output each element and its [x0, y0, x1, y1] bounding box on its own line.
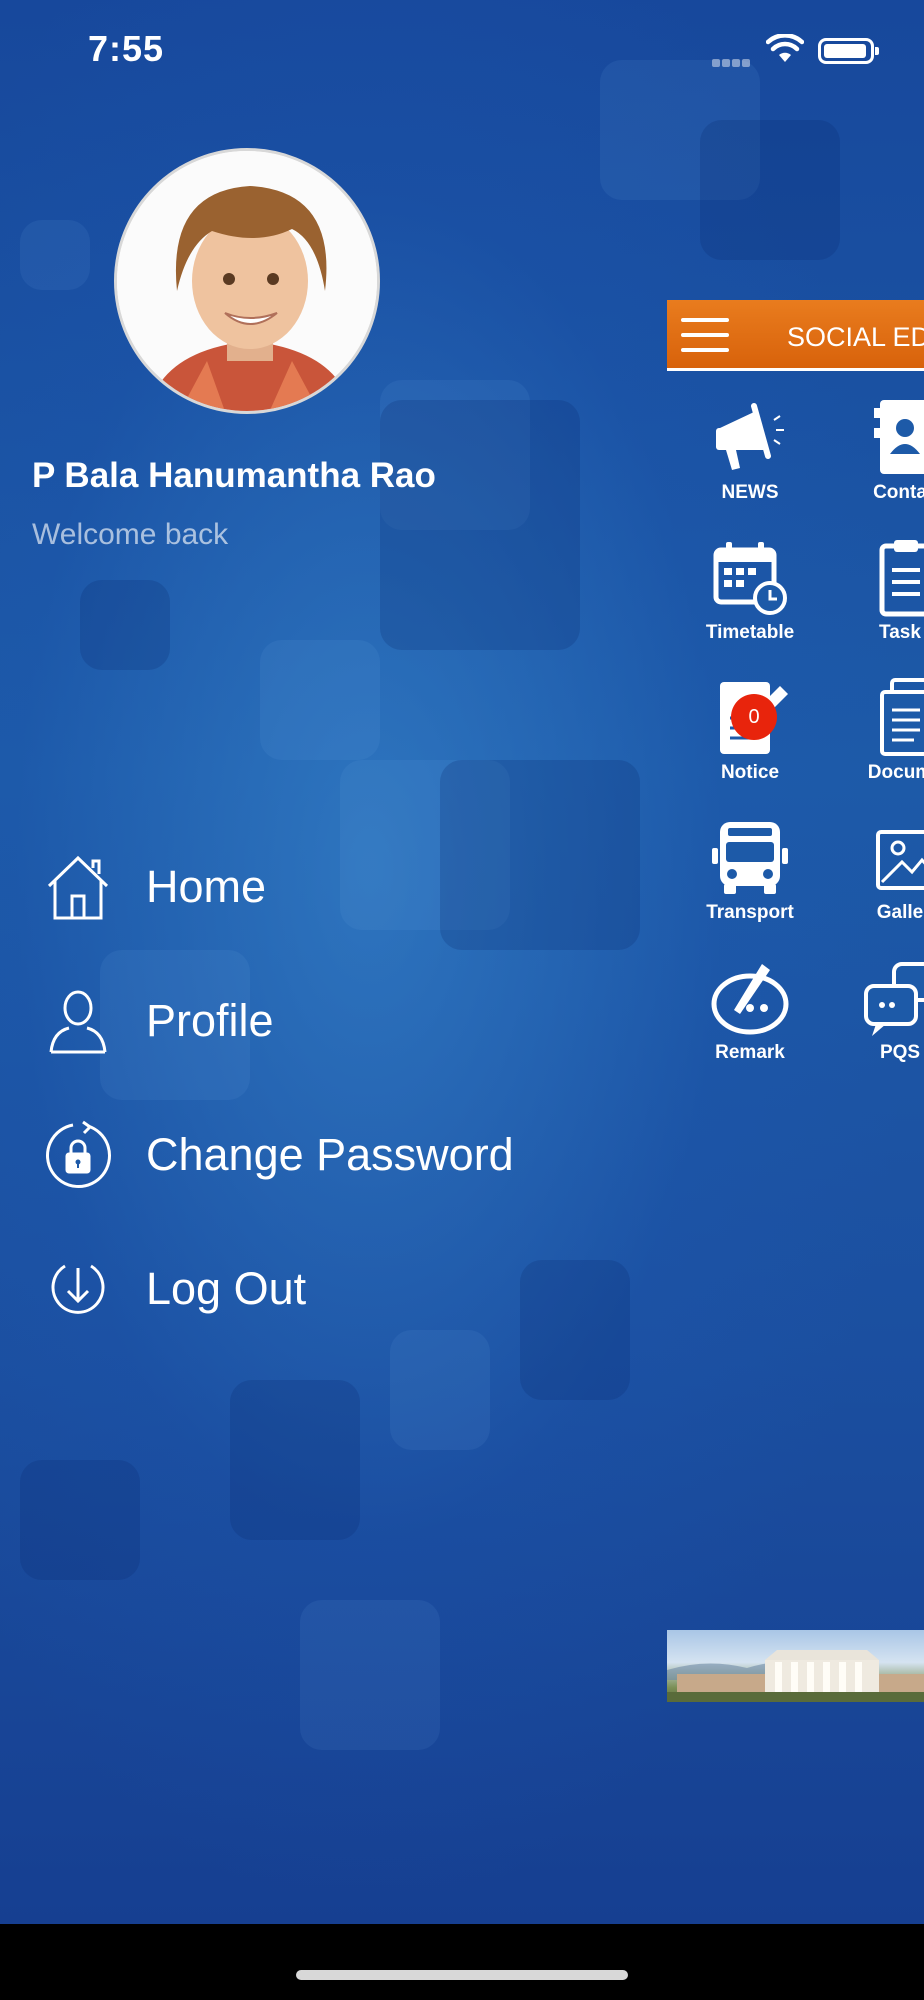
tile-label: Docum	[867, 762, 924, 783]
background-pattern	[300, 1600, 440, 1750]
tile-label: PQS	[879, 1042, 921, 1063]
cellular-signal-icon	[712, 54, 752, 72]
tile-label: Galle	[876, 902, 924, 923]
menu-item-profile[interactable]: Profile	[40, 976, 600, 1066]
background-pattern	[20, 1460, 140, 1580]
battery-icon	[818, 38, 879, 64]
tile-label: Task	[879, 622, 921, 643]
school-bus-icon	[675, 812, 825, 898]
background-pattern	[700, 120, 840, 260]
tile-timetable[interactable]: Timetable	[675, 532, 825, 652]
tile-label: Conta	[873, 482, 924, 503]
tile-news[interactable]: NEWS	[675, 392, 825, 512]
lock-refresh-icon	[40, 1117, 116, 1193]
clipboard-icon	[825, 532, 924, 618]
background-pattern	[390, 1330, 490, 1450]
tile-label: NEWS	[721, 482, 779, 503]
notice-icon: 0	[675, 672, 825, 758]
tile-gallery[interactable]: Galle	[825, 812, 924, 932]
tile-task[interactable]: Task	[825, 532, 924, 652]
menu-item-label: Home	[146, 861, 267, 912]
tile-pqs[interactable]: PQS	[825, 952, 924, 1072]
tile-label: Remark	[715, 1042, 785, 1063]
tile-label: Timetable	[705, 622, 795, 643]
remark-icon	[675, 952, 825, 1038]
menu-item-label: Change Password	[146, 1129, 514, 1180]
app-title: SOCIAL EDU	[787, 322, 924, 352]
documents-icon	[825, 672, 924, 758]
megaphone-icon	[675, 392, 825, 478]
app-bar: SOCIAL EDU	[667, 300, 924, 371]
menu-item-change-password[interactable]: Change Password	[40, 1110, 600, 1200]
tile-remark[interactable]: Remark	[675, 952, 825, 1072]
wifi-icon	[766, 34, 804, 62]
tile-label: Notice	[720, 762, 780, 783]
avatar-photo	[117, 151, 377, 411]
menu-item-label: Log Out	[146, 1263, 307, 1314]
menu-item-log-out[interactable]: Log Out	[40, 1244, 600, 1334]
background-pattern	[20, 220, 90, 290]
tile-notice[interactable]: 0 Notice	[675, 672, 825, 792]
menu-item-label: Profile	[146, 995, 274, 1046]
campus-image	[667, 1630, 924, 1702]
avatar[interactable]	[114, 148, 380, 414]
background-pattern	[80, 580, 170, 670]
main-panel[interactable]: SOCIAL EDU NEWS Conta	[667, 300, 924, 1702]
chat-icon	[825, 952, 924, 1038]
status-time: 7:55	[88, 28, 165, 69]
person-icon	[40, 983, 116, 1059]
background-pattern	[380, 400, 580, 650]
calendar-clock-icon	[675, 532, 825, 618]
gallery-icon	[825, 812, 924, 898]
notice-badge: 0	[731, 694, 777, 740]
welcome-text: Welcome back	[32, 518, 229, 551]
menu-item-home[interactable]: Home	[40, 842, 600, 932]
home-indicator[interactable]	[296, 1970, 628, 1980]
contact-icon	[825, 392, 924, 478]
user-name: P Bala Hanumantha Rao	[32, 456, 436, 495]
tile-transport[interactable]: Transport	[675, 812, 825, 932]
home-icon	[40, 849, 116, 925]
tile-contact[interactable]: Conta	[825, 392, 924, 512]
background-pattern	[260, 640, 380, 760]
logout-icon	[40, 1251, 116, 1327]
tile-label: Transport	[706, 902, 794, 923]
hamburger-menu-icon[interactable]	[681, 318, 729, 352]
app-screen: 7:55 P Bala Hanumantha Rao Welcome back	[0, 0, 924, 1924]
background-pattern	[230, 1380, 360, 1540]
status-bar: 7:55	[0, 0, 924, 100]
tile-documents[interactable]: Docum	[825, 672, 924, 792]
